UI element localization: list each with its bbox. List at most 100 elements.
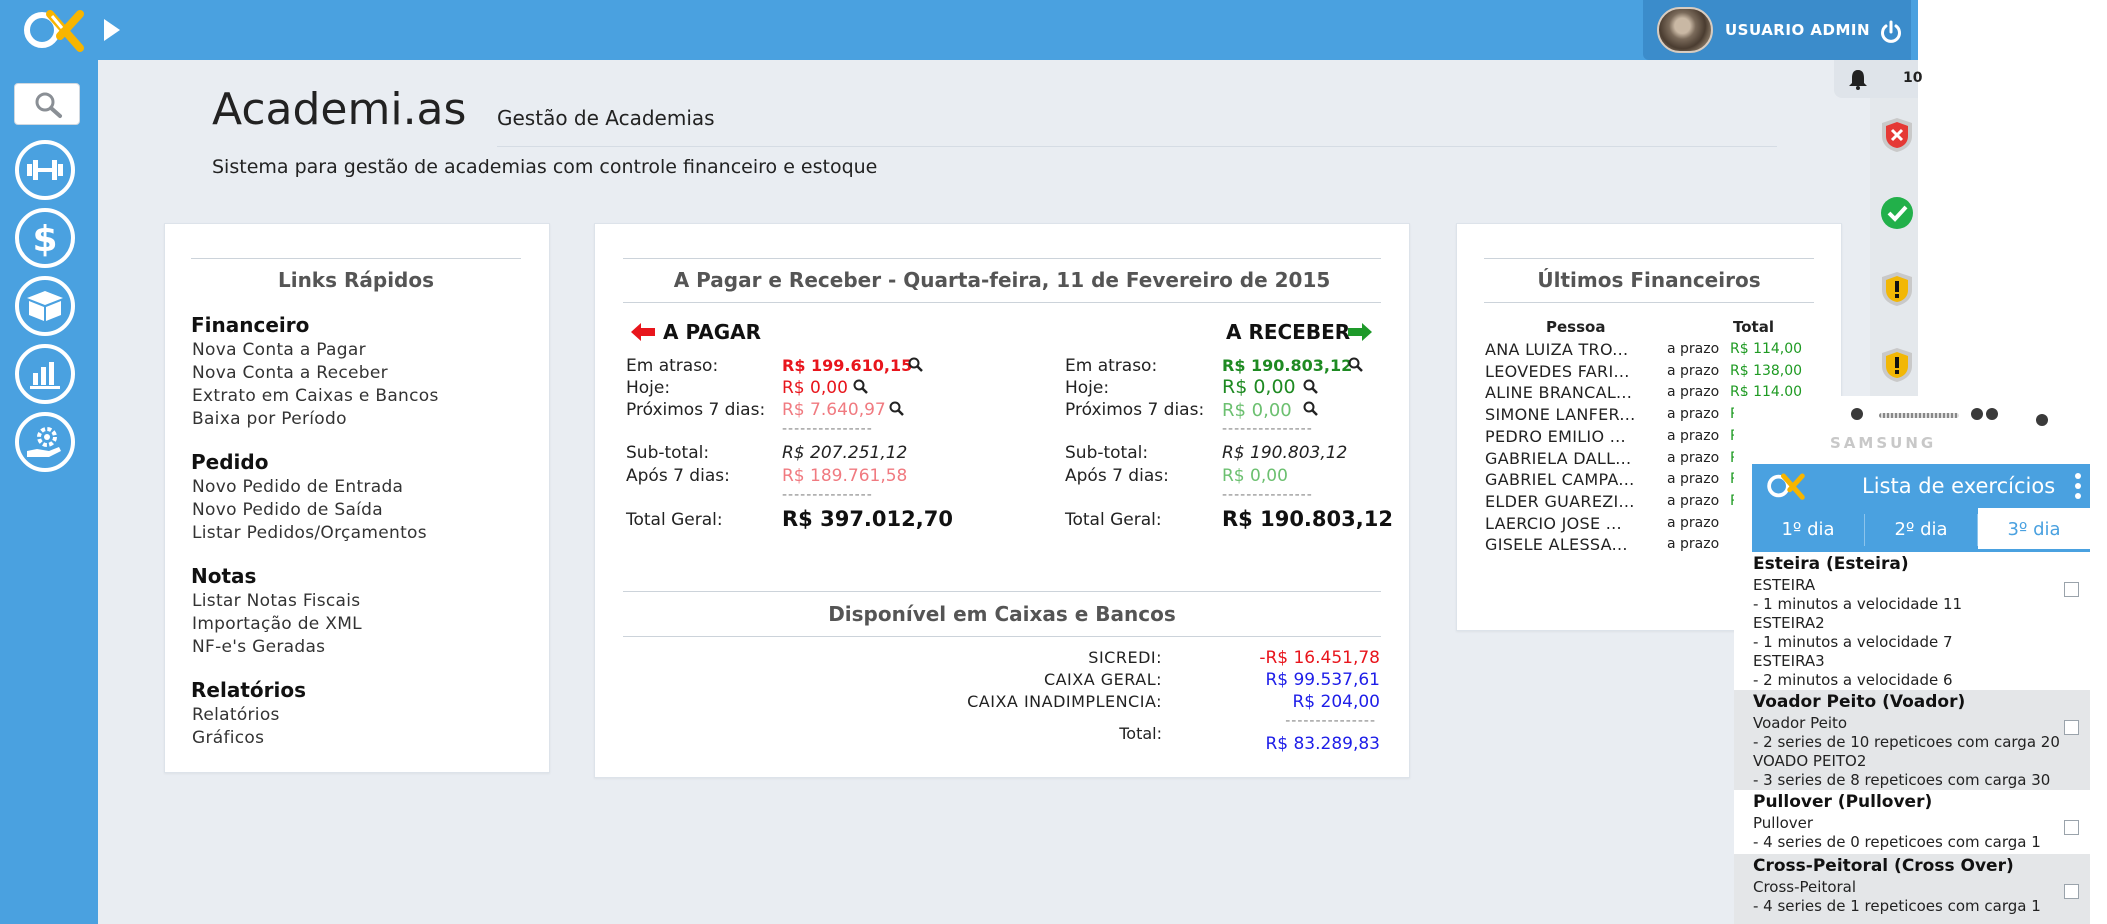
- link-extrato[interactable]: Extrato em Caixas e Bancos: [192, 386, 439, 406]
- search-icon[interactable]: [889, 401, 905, 417]
- hand-gear-icon: [27, 427, 61, 457]
- collapse-menu-icon[interactable]: [104, 19, 120, 41]
- exercise-line: Voador Peito: [1753, 714, 1848, 732]
- section-notas: Notas: [191, 564, 257, 588]
- exercise-item[interactable]: Cross-Peitoral (Cross Over) Cross-Peitor…: [1734, 854, 2090, 924]
- receive-dashes-2: ---------------: [1222, 487, 1313, 503]
- page-title: Academi.as: [212, 84, 467, 135]
- link-relatorios[interactable]: Relatórios: [192, 705, 280, 725]
- cash-title: Disponível em Caixas e Bancos: [828, 602, 1176, 626]
- cash-total-value: R$ 83.289,83: [1265, 734, 1380, 754]
- pay-overdue-label: Em atraso:: [626, 356, 719, 376]
- cash-name: SICREDI:: [1088, 648, 1162, 667]
- exercise-line: - 4 series de 0 repeticoes com carga 1: [1753, 833, 2041, 851]
- exercise-item[interactable]: Voador Peito (Voador) Voador Peito - 2 s…: [1734, 690, 2090, 790]
- row-type: a prazo: [1667, 449, 1720, 466]
- exercise-line: ESTEIRA: [1753, 576, 1816, 594]
- link-nfe-geradas[interactable]: NF-e's Geradas: [192, 637, 325, 657]
- receive-header: A RECEBER: [1226, 320, 1351, 344]
- sidebar-search-button[interactable]: [14, 83, 80, 125]
- tab-day-3[interactable]: 3º dia: [1978, 508, 2090, 552]
- link-baixa-periodo[interactable]: Baixa por Período: [192, 409, 347, 429]
- exercise-checkbox[interactable]: [2064, 884, 2079, 899]
- row-type: a prazo: [1667, 427, 1720, 444]
- row-person: LAERCIO JOSE ...: [1485, 513, 1622, 533]
- power-icon[interactable]: [1879, 20, 1903, 44]
- exercise-item[interactable]: Esteira (Esteira) ESTEIRA - 1 minutos a …: [1734, 552, 2090, 690]
- cash-total-label: Total:: [1119, 724, 1162, 743]
- col-total: Total: [1733, 318, 1774, 336]
- exercise-line: - 2 minutos a velocidade 6: [1753, 671, 1953, 689]
- pay-next7-value: R$ 7.640,97: [782, 400, 886, 420]
- row-type: a prazo: [1667, 362, 1720, 379]
- warning-shield-icon: [1882, 272, 1912, 306]
- logo[interactable]: [1766, 470, 1806, 502]
- row-type: a prazo: [1667, 536, 1720, 553]
- pay-dashes-2: ---------------: [782, 487, 873, 503]
- finance-title: A Pagar e Receber - Quarta-feira, 11 de …: [673, 268, 1331, 292]
- exercise-item[interactable]: Pullover (Pullover) Pullover - 4 series …: [1734, 790, 2090, 854]
- pay-total-label: Total Geral:: [626, 510, 723, 530]
- search-icon[interactable]: [1348, 357, 1364, 373]
- row-type: a prazo: [1667, 341, 1720, 357]
- exercise-title: Cross-Peitoral (Cross Over): [1753, 856, 2014, 876]
- receive-subtotal-value: R$ 190.803,12: [1222, 443, 1348, 463]
- search-icon[interactable]: [853, 379, 869, 395]
- row-person: LEOVEDES FARI...: [1485, 361, 1630, 381]
- link-pedido-entrada[interactable]: Novo Pedido de Entrada: [192, 477, 403, 497]
- exercise-line: - 2 series de 10 repeticoes com carga 20: [1753, 733, 2060, 751]
- phone-tabs: 1º dia 2º dia 3º dia: [1752, 508, 2090, 552]
- page-subtitle: Gestão de Academias: [497, 106, 715, 130]
- table-row[interactable]: LEOVEDES FARI... a prazo R$ 138,00: [1484, 362, 1814, 382]
- link-nova-conta-pagar[interactable]: Nova Conta a Pagar: [192, 340, 366, 360]
- cash-value: R$ 99.537,61: [1265, 670, 1380, 690]
- cash-value: -R$ 16.451,78: [1259, 648, 1380, 668]
- search-icon[interactable]: [1303, 401, 1319, 417]
- user-menu[interactable]: USUARIO ADMIN: [1643, 0, 1911, 60]
- divider: [623, 258, 1381, 259]
- row-person: ALINE BRANCAL...: [1485, 383, 1633, 403]
- avatar[interactable]: [1657, 7, 1713, 53]
- cash-value: R$ 204,00: [1292, 692, 1380, 712]
- sidebar-item-estoque[interactable]: [15, 276, 75, 336]
- row-person: ANA LUIZA TRO...: [1485, 340, 1629, 359]
- link-pedido-saida[interactable]: Novo Pedido de Saída: [192, 500, 383, 520]
- search-icon[interactable]: [908, 357, 924, 373]
- title-divider: [497, 146, 1777, 147]
- link-listar-pedidos[interactable]: Listar Pedidos/Orçamentos: [192, 523, 427, 543]
- search-icon[interactable]: [1303, 379, 1319, 395]
- receive-subtotal-label: Sub-total:: [1065, 443, 1149, 463]
- arrow-left-icon: [631, 323, 655, 341]
- sidebar-item-academia[interactable]: [15, 140, 75, 200]
- pay-dashes-1: ---------------: [782, 421, 873, 437]
- sidebar-item-configuracoes[interactable]: [15, 412, 75, 472]
- exercise-checkbox[interactable]: [2064, 720, 2079, 735]
- table-row[interactable]: ANA LUIZA TRO... a prazo R$ 114,00: [1484, 340, 1814, 360]
- tab-day-2[interactable]: 2º dia: [1865, 508, 1977, 552]
- sidebar-item-relatorios[interactable]: [15, 344, 75, 404]
- row-total: R$ 138,00: [1730, 362, 1803, 379]
- pay-after7-label: Após 7 dias:: [626, 466, 730, 486]
- user-name[interactable]: USUARIO ADMIN: [1725, 21, 1870, 39]
- link-graficos[interactable]: Gráficos: [192, 728, 264, 748]
- row-type: a prazo: [1667, 471, 1720, 488]
- receive-dashes-1: ---------------: [1222, 421, 1313, 437]
- more-menu-icon[interactable]: [2074, 472, 2082, 500]
- pay-today-value: R$ 0,00: [782, 378, 848, 398]
- row-person: PEDRO EMILIO ...: [1485, 426, 1626, 446]
- link-importacao-xml[interactable]: Importação de XML: [192, 614, 362, 634]
- logo[interactable]: [22, 8, 86, 52]
- error-shield-icon: [1882, 118, 1912, 152]
- tab-day-1[interactable]: 1º dia: [1752, 508, 1864, 552]
- exercise-title: Pullover (Pullover): [1753, 792, 1933, 812]
- exercise-line: Cross-Peitoral: [1753, 878, 1857, 896]
- link-listar-notas[interactable]: Listar Notas Fiscais: [192, 591, 360, 611]
- top-bar: USUARIO ADMIN: [0, 0, 1918, 60]
- dollar-icon: $: [32, 219, 57, 258]
- phone-overlay: SAMSUNG Lista de exercícios 1º dia 2º di…: [1734, 396, 2107, 924]
- bell-icon[interactable]: [1847, 68, 1869, 90]
- exercise-checkbox[interactable]: [2064, 820, 2079, 835]
- sidebar-item-financeiro[interactable]: $: [15, 208, 75, 268]
- exercise-checkbox[interactable]: [2064, 582, 2079, 597]
- link-nova-conta-receber[interactable]: Nova Conta a Receber: [192, 363, 388, 383]
